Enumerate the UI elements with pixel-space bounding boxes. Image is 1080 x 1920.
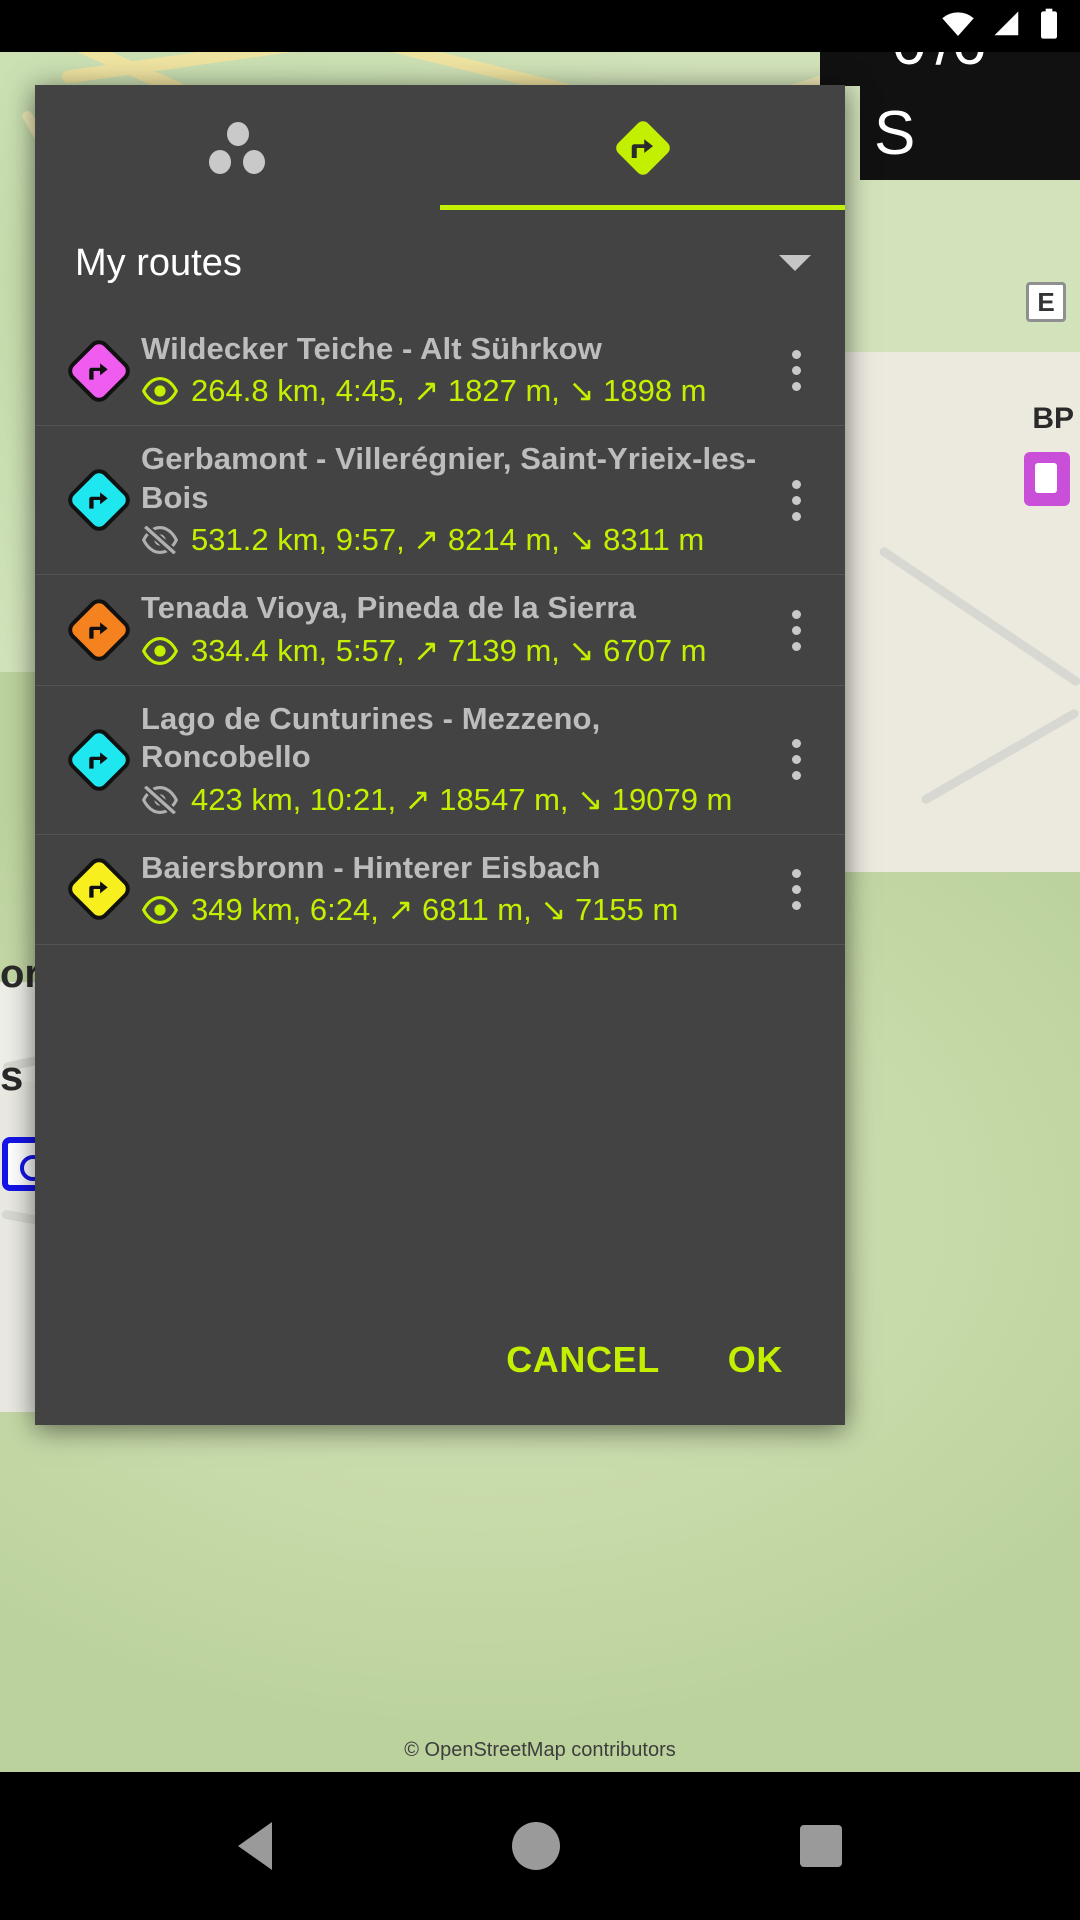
route-color-swatch xyxy=(57,600,141,660)
turn-right-diamond-icon xyxy=(69,341,129,401)
route-stats: 264.8 km, 4:45, ↗ 1827 m, ↘ 1898 m xyxy=(141,373,765,409)
route-stats: 531.2 km, 9:57, ↗ 8214 m, ↘ 8311 m xyxy=(141,522,765,558)
map-poi-fuel-icon[interactable] xyxy=(1024,452,1070,506)
group-title: My routes xyxy=(75,241,242,284)
more-vertical-icon[interactable] xyxy=(765,710,827,810)
route-name: Tenada Vioya, Pineda de la Sierra xyxy=(141,590,636,626)
wifi-icon xyxy=(942,12,974,36)
map-poi-e-label[interactable]: E xyxy=(1026,282,1066,322)
eye-icon[interactable] xyxy=(141,636,179,665)
map-attribution: © OpenStreetMap contributors xyxy=(404,1738,676,1761)
tab-routes[interactable] xyxy=(440,85,845,210)
route-details: Gerbamont - Villerégnier, Saint-Yrieix-l… xyxy=(141,426,765,574)
route-name: Wildecker Teiche - Alt Sührkow xyxy=(141,331,602,366)
route-details: Baiersbronn - Hinterer Eisbach 349 km, 6:… xyxy=(141,835,765,944)
back-triangle-icon[interactable] xyxy=(238,1822,272,1870)
map-label-or: or xyxy=(0,952,40,996)
phone-screen: BP or s E E © OpenStreetMap contributors… xyxy=(0,0,1080,1920)
group-header-my-routes[interactable]: My routes xyxy=(35,210,845,316)
cancel-button[interactable]: CANCEL xyxy=(492,1329,674,1391)
route-color-swatch xyxy=(57,859,141,920)
route-list-item[interactable]: Tenada Vioya, Pineda de la Sierra 334.4 k… xyxy=(35,575,845,686)
route-stats-text: 531.2 km, 9:57, ↗ 8214 m, ↘ 8311 m xyxy=(191,522,705,558)
route-stats: 349 km, 6:24, ↗ 6811 m, ↘ 7155 m xyxy=(141,892,765,928)
eye-off-icon[interactable] xyxy=(141,785,179,814)
route-list-item[interactable]: Lago de Cunturines - Mezzeno, Roncobello… xyxy=(35,686,845,835)
route-stats-text: 349 km, 6:24, ↗ 6811 m, ↘ 7155 m xyxy=(191,892,679,928)
more-vertical-icon[interactable] xyxy=(765,580,827,680)
eye-icon[interactable] xyxy=(141,896,179,925)
more-vertical-icon[interactable] xyxy=(765,450,827,550)
turn-right-diamond-icon xyxy=(69,859,129,920)
route-stats-text: 334.4 km, 5:57, ↗ 7139 m, ↘ 6707 m xyxy=(191,632,707,668)
ok-button[interactable]: OK xyxy=(714,1329,797,1391)
tab-indicator-waypoints xyxy=(35,205,440,210)
eye-icon[interactable] xyxy=(141,377,179,406)
route-stats: 334.4 km, 5:57, ↗ 7139 m, ↘ 6707 m xyxy=(141,633,765,669)
turn-right-diamond-icon xyxy=(69,729,129,790)
chevron-down-icon[interactable] xyxy=(779,255,811,271)
route-name: Baiersbronn - Hinterer Eisbach xyxy=(141,849,601,885)
cellular-signal-icon xyxy=(994,11,1019,36)
widget-secondary-value: S xyxy=(874,98,916,168)
status-bar xyxy=(0,0,1080,52)
route-details: Wildecker Teiche - Alt Sührkow 264.8 km, … xyxy=(141,316,765,425)
map-label-bp: BP xyxy=(1032,402,1074,435)
route-list-item[interactable]: Gerbamont - Villerégnier, Saint-Yrieix-l… xyxy=(35,426,845,576)
route-color-swatch xyxy=(57,729,141,790)
android-navigation-bar xyxy=(0,1772,1080,1920)
recents-square-icon[interactable] xyxy=(800,1825,842,1867)
routes-dialog: My routes Wildecker Teiche - Alt Sührkow… xyxy=(35,85,845,1425)
routes-list: Wildecker Teiche - Alt Sührkow 264.8 km, … xyxy=(35,316,845,946)
turn-right-diamond-icon xyxy=(612,117,673,178)
battery-icon xyxy=(1041,8,1057,39)
eye-off-icon[interactable] xyxy=(141,526,179,555)
tab-waypoints[interactable] xyxy=(35,85,440,210)
tab-indicator-routes xyxy=(440,205,845,210)
route-stats: 423 km, 10:21, ↗ 18547 m, ↘ 19079 m xyxy=(141,782,765,818)
route-color-swatch xyxy=(57,341,141,401)
route-stats-text: 423 km, 10:21, ↗ 18547 m, ↘ 19079 m xyxy=(191,781,733,817)
route-stats-text: 264.8 km, 4:45, ↗ 1827 m, ↘ 1898 m xyxy=(191,373,707,409)
route-details: Lago de Cunturines - Mezzeno, Roncobello… xyxy=(141,686,765,834)
route-list-item[interactable]: Baiersbronn - Hinterer Eisbach 349 km, 6:… xyxy=(35,835,845,946)
turn-right-diamond-icon xyxy=(69,470,129,531)
more-vertical-icon[interactable] xyxy=(765,321,827,421)
dialog-tabs xyxy=(35,85,845,210)
more-vertical-icon[interactable] xyxy=(765,839,827,939)
route-list-item[interactable]: Wildecker Teiche - Alt Sührkow 264.8 km, … xyxy=(35,316,845,427)
widget-row-bottom: S xyxy=(860,86,1080,180)
three-dots-cluster-icon xyxy=(208,121,267,174)
home-circle-icon[interactable] xyxy=(512,1822,560,1870)
route-name: Gerbamont - Villerégnier, Saint-Yrieix-l… xyxy=(141,441,757,515)
turn-right-diamond-icon xyxy=(69,600,129,660)
dialog-footer: CANCEL OK xyxy=(35,1295,845,1425)
route-name: Lago de Cunturines - Mezzeno, Roncobello xyxy=(141,700,601,775)
route-details: Tenada Vioya, Pineda de la Sierra 334.4 k… xyxy=(141,575,765,684)
route-color-swatch xyxy=(57,470,141,531)
